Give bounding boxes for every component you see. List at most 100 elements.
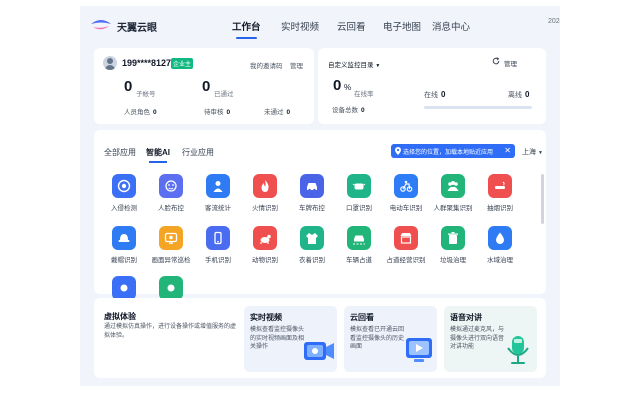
logo-icon — [91, 20, 111, 30]
car-icon — [300, 174, 324, 198]
monitor-manage-link[interactable]: 管理 — [504, 58, 517, 68]
sub-accounts-count: 0 — [124, 78, 133, 95]
street-stall-icon — [394, 226, 418, 250]
city-select[interactable]: 上海 ▼ — [522, 147, 543, 157]
close-icon[interactable]: ✕ — [504, 146, 511, 155]
app-tile-label: 占道经营识别 — [386, 257, 426, 264]
app-tile-label: 戴帽识别 — [111, 257, 137, 264]
app-tile[interactable]: 车牌布控 — [288, 174, 336, 222]
refresh-icon[interactable] — [492, 57, 500, 65]
nav-tab-messages[interactable]: 消息中心 — [432, 19, 470, 33]
target-icon — [112, 174, 136, 198]
feature-title: 语音对讲 — [450, 313, 482, 322]
offline-stat: 离线 0 — [508, 90, 530, 99]
roles-stat: 人员角色 0 — [124, 109, 157, 116]
people-count-icon — [206, 174, 230, 198]
promo-desc: 通过模拟仿真操作，进行设备操作或增值服务的虚拟体验。 — [104, 324, 237, 339]
app-tile[interactable]: 车辆占道 — [335, 226, 383, 274]
passed-label: 已通过 — [214, 91, 234, 98]
promo-title: 虚拟体验 — [104, 312, 136, 321]
app-tile[interactable]: 人脸布控 — [147, 174, 195, 222]
app-tile-label: 水域治理 — [487, 257, 513, 264]
tab-smart-ai[interactable]: 智能AI — [146, 147, 170, 163]
app-tile-label: 客流统计 — [205, 205, 231, 212]
app-tile-label: 衣着识别 — [299, 257, 325, 264]
nav-tab-cloud-playback[interactable]: 云回看 — [337, 19, 366, 33]
online-stat: 在线 0 — [424, 90, 446, 99]
app-tile-label: 人群聚集识别 — [433, 205, 473, 212]
monitor-directory-dropdown[interactable]: 自定义监控目录 ▼ — [328, 59, 380, 69]
app-tile-label: 车牌布控 — [299, 205, 325, 212]
nav-tab-e-map[interactable]: 电子地图 — [383, 19, 421, 33]
app-tile[interactable]: 手机识别 — [194, 226, 242, 274]
online-progress-bar — [424, 106, 532, 109]
app-tile[interactable]: 人群聚集识别 — [429, 174, 477, 222]
app-tile[interactable]: 水域治理 — [476, 226, 524, 274]
app-tile[interactable]: 火情识别 — [241, 174, 289, 222]
apps-card: 全部应用 智能AI 行业应用 选择您的位置，加载本地贴近应用 ✕ 上海 ▼ 入侵… — [94, 130, 546, 300]
monitor-card: 自定义监控目录 ▼ 管理 0 % 在线率 设备总数 0 在线 0 离线 0 — [318, 48, 546, 124]
app-tile-label: 车辆占道 — [346, 257, 372, 264]
chevron-down-icon: ▼ — [375, 63, 381, 69]
feature-live-video[interactable]: 实时视频 模拟查看监控摄像头的实时视频画面及相关操作 — [244, 306, 337, 372]
app-tile[interactable]: 动物识别 — [241, 226, 289, 274]
date-text: 2024 — [548, 18, 560, 25]
invite-code-link[interactable]: 我的邀请码 — [250, 60, 283, 70]
top-nav: 天翼云眼 工作台 实时视频 云回看 电子地图 消息中心 2024 — [80, 6, 560, 46]
online-rate-sign: % — [344, 83, 352, 92]
video-camera-icon — [304, 342, 334, 360]
tab-industry-apps[interactable]: 行业应用 — [182, 147, 214, 158]
app-window: 天翼云眼 工作台 实时视频 云回看 电子地图 消息中心 2024 199****… — [80, 6, 560, 386]
location-tip-text: 选择您的位置，加载本地贴近应用 — [403, 149, 494, 156]
microphone-icon — [507, 336, 529, 364]
sub-accounts-label: 子帐号 — [136, 91, 156, 98]
feature-title: 实时视频 — [250, 313, 282, 322]
app-tile[interactable]: 戴帽识别 — [100, 226, 148, 274]
app-tile[interactable]: 电动车识别 — [382, 174, 430, 222]
device-total-stat: 设备总数 0 — [332, 107, 365, 114]
crowd-icon — [441, 174, 465, 198]
app-tile[interactable]: 口罩识别 — [335, 174, 383, 222]
app-tile-label: 入侵检测 — [111, 205, 137, 212]
app-tile[interactable]: 抽烟识别 — [476, 174, 524, 222]
location-pin-icon — [395, 147, 401, 155]
virtual-experience-card: 虚拟体验 通过模拟仿真操作，进行设备操作或增值服务的虚拟体验。 实时视频 模拟查… — [94, 298, 546, 378]
rejected-stat: 未通过 0 — [264, 109, 291, 116]
brand-name: 天翼云眼 — [117, 23, 157, 34]
trash-icon — [441, 226, 465, 250]
ebike-icon — [394, 174, 418, 198]
app-tile-label: 动物识别 — [252, 257, 278, 264]
feature-voice-intercom[interactable]: 语音对讲 模拟通过麦克风，与摄像头进行双向语音对讲功能 — [444, 306, 537, 372]
account-phone: 199****8127 — [122, 58, 172, 68]
nav-tab-live-video[interactable]: 实时视频 — [281, 19, 319, 33]
passed-count: 0 — [202, 78, 211, 95]
feature-title: 云回看 — [350, 313, 374, 322]
app-tile[interactable]: 画面异常巡检 — [147, 226, 195, 274]
location-tip[interactable]: 选择您的位置，加载本地贴近应用 ✕ — [391, 144, 515, 158]
mask-icon — [347, 174, 371, 198]
screen-check-icon — [159, 226, 183, 250]
more-app-icon — [112, 276, 136, 300]
account-manage-link[interactable]: 管理 — [290, 60, 303, 70]
scrollbar[interactable] — [541, 174, 544, 224]
app-tile[interactable]: 垃圾治理 — [429, 226, 477, 274]
chevron-down-icon: ▼ — [537, 150, 543, 156]
more-app-icon — [159, 276, 183, 300]
clothes-icon — [300, 226, 324, 250]
animal-icon — [253, 226, 277, 250]
app-tile[interactable]: 衣着识别 — [288, 226, 336, 274]
app-tile-label: 口罩识别 — [346, 205, 372, 212]
online-rate-label: 在线率 — [354, 91, 374, 98]
feature-cloud-playback[interactable]: 云回看 模拟查看已开通云回看监控摄像头的历史画面 — [344, 306, 437, 372]
app-tile-label: 电动车识别 — [389, 205, 423, 212]
app-tile[interactable]: 客流统计 — [194, 174, 242, 222]
app-tile-label: 人脸布控 — [158, 205, 184, 212]
nav-tab-workbench[interactable]: 工作台 — [232, 19, 261, 39]
app-tile[interactable]: 入侵检测 — [100, 174, 148, 222]
tab-all-apps[interactable]: 全部应用 — [104, 147, 136, 158]
phone-icon — [206, 226, 230, 250]
enterprise-badge: 企业主 — [171, 58, 194, 69]
app-tile[interactable]: 占道经营识别 — [382, 226, 430, 274]
avatar[interactable] — [103, 56, 117, 70]
vehicle-lane-icon — [347, 226, 371, 250]
